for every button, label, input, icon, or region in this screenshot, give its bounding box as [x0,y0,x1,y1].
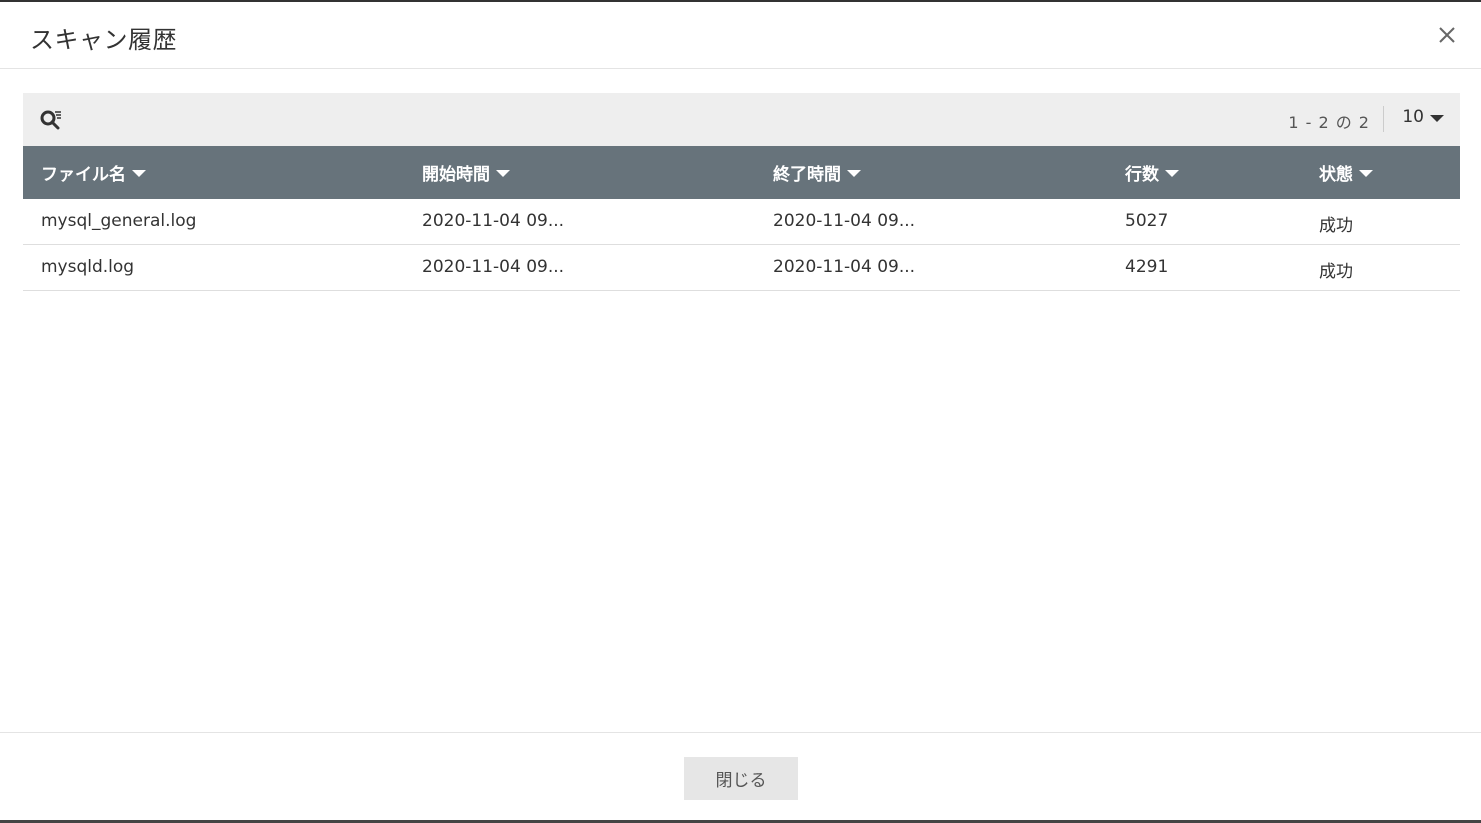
column-label: 状態 [1319,165,1353,185]
column-header-start-time[interactable]: 開始時間 [422,160,510,185]
pager-divider [1383,106,1384,132]
column-label: 終了時間 [773,165,841,185]
sort-caret-icon [847,170,861,177]
close-button[interactable]: 閉じる [684,757,798,800]
table-row[interactable]: mysqld.log 2020-11-04 09... 2020-11-04 0… [23,245,1460,291]
cell-filename: mysql_general.log [41,211,197,231]
sort-caret-icon [132,170,146,177]
cell-line-count: 4291 [1125,257,1169,277]
column-header-end-time[interactable]: 終了時間 [773,160,861,185]
page-size-select[interactable]: 10 [1402,107,1444,127]
column-header-line-count[interactable]: 行数 [1125,160,1179,185]
sort-caret-icon [496,170,510,177]
scan-history-dialog: スキャン履歴 1 - 2 の 2 10 ファイル名 開始時間 終了時間 行数 状… [0,0,1481,823]
cell-start-time: 2020-11-04 09... [422,257,565,277]
chevron-down-icon [1430,114,1444,122]
cell-filename: mysqld.log [41,257,135,277]
page-size-value: 10 [1402,107,1424,127]
table-toolbar: 1 - 2 の 2 10 [23,93,1460,146]
column-label: 開始時間 [422,165,490,185]
search-filter-icon[interactable] [39,108,63,132]
column-label: 行数 [1125,165,1159,185]
cell-start-time: 2020-11-04 09... [422,211,565,231]
table-row[interactable]: mysql_general.log 2020-11-04 09... 2020-… [23,199,1460,245]
sort-caret-icon [1359,170,1373,177]
cell-status: 成功 [1319,262,1353,282]
cell-end-time: 2020-11-04 09... [773,211,916,231]
cell-status: 成功 [1319,216,1353,236]
cell-end-time: 2020-11-04 09... [773,257,916,277]
sort-caret-icon [1165,170,1179,177]
pagination-range: 1 - 2 の 2 [1288,113,1370,132]
table-header: ファイル名 開始時間 終了時間 行数 状態 [23,146,1460,199]
close-icon[interactable] [1434,22,1460,48]
cell-line-count: 5027 [1125,211,1169,231]
column-label: ファイル名 [41,165,126,185]
dialog-title: スキャン履歴 [30,26,177,54]
dialog-header: スキャン履歴 [0,2,1481,69]
dialog-footer: 閉じる [0,732,1481,822]
column-header-filename[interactable]: ファイル名 [41,160,146,185]
column-header-status[interactable]: 状態 [1319,160,1373,185]
